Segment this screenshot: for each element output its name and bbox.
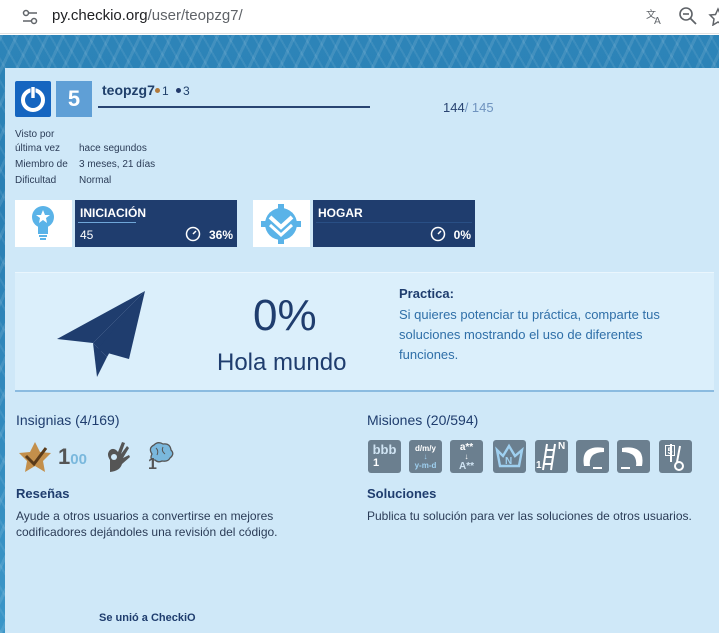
zoom-out-icon[interactable] (678, 6, 698, 26)
badges-title[interactable]: Insignias (4/169) (16, 412, 120, 428)
username-link[interactable]: teopzg7 (102, 82, 155, 98)
arrow-down-icon: ↓ (423, 452, 428, 461)
snake-reverse-mission-icon[interactable] (617, 440, 650, 473)
solutions-title[interactable]: Soluciones (367, 486, 436, 501)
track-title: INICIACIÓN (80, 206, 146, 220)
mission-top: N (558, 441, 566, 452)
last-seen-value: hace segundos (79, 143, 147, 154)
track-title: HOGAR (318, 206, 363, 220)
star-checkmark-icon[interactable] (16, 440, 54, 474)
track-percent: 36% (208, 228, 233, 242)
difficulty-value[interactable]: Normal (79, 175, 111, 186)
reviews-text: Ayude a otros usuarios a convertirse en … (16, 509, 278, 539)
gauge-icon (430, 226, 446, 242)
level-progress-bar (98, 106, 370, 108)
thermometer-mission-icon[interactable]: 5 (659, 440, 692, 473)
track-count: 45 (80, 228, 94, 242)
hundred-main: 1 (58, 444, 71, 469)
hundred-tail: 00 (70, 451, 87, 468)
url-host: py.checkio.org (52, 7, 148, 24)
practice-box: 0% Hola mundo Practica: Si quieres poten… (15, 272, 714, 392)
url-field[interactable]: py.checkio.org/user/teopzg7/ (52, 6, 243, 26)
member-since-label: Miembro de (15, 159, 68, 170)
practice-heading: Practica: (399, 286, 454, 301)
brain-badge-count: 1 (148, 456, 157, 473)
crown-mission-icon[interactable]: N (493, 440, 526, 473)
track-progress-bar (316, 222, 472, 223)
site-settings-icon[interactable] (20, 7, 40, 27)
mission-top: 5 (665, 445, 675, 456)
track-percent: 0% (453, 228, 471, 242)
checkio-logo-icon[interactable] (15, 81, 51, 117)
reviews-title[interactable]: Reseñas (16, 486, 69, 501)
browser-address-bar: py.checkio.org/user/teopzg7/ 文 A (0, 0, 719, 34)
navy-medal-icon (176, 88, 182, 94)
last-seen-label-2: última vez (15, 143, 61, 154)
practice-description: Si quieres potenciar tu práctica, compar… (399, 307, 660, 362)
score-total: / 145 (464, 100, 494, 115)
mission-bottom: A** (458, 461, 474, 472)
score-current: 144 (443, 100, 465, 115)
arrow-down-icon: ↓ (464, 452, 469, 461)
mission-bottom: 1 (536, 460, 542, 471)
track-progress-bar (78, 222, 136, 223)
gauge-icon (185, 226, 201, 242)
lightbulb-icon[interactable] (15, 200, 72, 247)
svg-text:N: N (505, 456, 512, 467)
medal-counts: 1 3 (155, 84, 190, 98)
mission-top: bbb (372, 442, 397, 457)
paper-plane-icon (57, 291, 145, 377)
level-badge: 5 (56, 81, 92, 117)
track-card-initiation[interactable]: INICIACIÓN 45 36% (75, 200, 237, 247)
gear-shield-icon[interactable] (253, 200, 310, 247)
track-card-home[interactable]: HOGAR 0% (313, 200, 475, 247)
score-counter: 144/ 145 (443, 100, 494, 115)
date-format-mission-icon[interactable]: d/m/y ↓ y-m-d (409, 440, 442, 473)
bronze-medal-count: 1 (162, 84, 169, 98)
brain-icon[interactable]: 1 (144, 440, 176, 474)
bbb-mission-icon[interactable]: bbb 1 (368, 440, 401, 473)
mission-bottom: 1 (373, 457, 380, 469)
member-since-value: 3 meses, 21 días (79, 159, 156, 170)
uppercase-mission-icon[interactable]: a** ↓ A** (450, 440, 483, 473)
url-path: /user/teopzg7/ (147, 7, 243, 24)
hundred-icon[interactable]: 100 (58, 444, 87, 470)
difficulty-label: Dificultad (15, 175, 57, 186)
last-seen-label-1: Visto por (15, 129, 55, 140)
ladder-mission-icon[interactable]: N 1 (535, 440, 568, 473)
navy-medal-count: 3 (183, 84, 190, 98)
joined-checkio-label: Se unió a CheckiO (99, 612, 196, 624)
bronze-medal-icon (155, 88, 160, 94)
missions-title[interactable]: Misiones (20/594) (367, 412, 478, 428)
bookmark-star-icon[interactable] (708, 6, 719, 26)
ok-hand-icon[interactable] (102, 438, 132, 474)
svg-text:A: A (654, 16, 661, 26)
practice-percent: 0% (253, 291, 317, 340)
solutions-text: Publica tu solución para ver las solucio… (367, 509, 692, 523)
practice-level-name: Hola mundo (217, 349, 347, 376)
translate-icon[interactable]: 文 A (645, 6, 665, 26)
mission-bottom: y-m-d (414, 461, 437, 470)
snake-mission-icon[interactable] (576, 440, 609, 473)
